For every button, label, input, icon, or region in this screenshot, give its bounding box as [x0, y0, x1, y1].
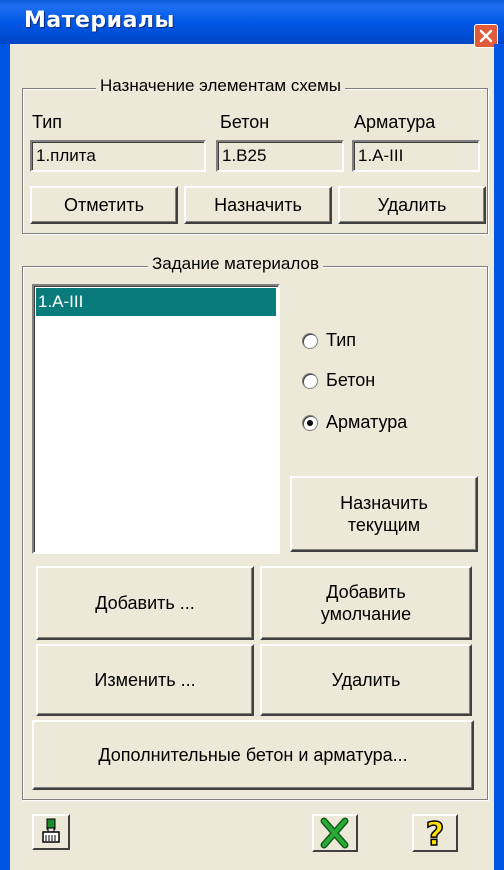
- list-item[interactable]: 1.A-III: [36, 288, 276, 316]
- rebar-field: 1.A-III: [352, 140, 480, 172]
- help-glyph: ?: [426, 816, 445, 850]
- concrete-field: 1.B25: [216, 140, 344, 172]
- extra-materials-button[interactable]: Дополнительные бетон и арматура...: [32, 720, 474, 790]
- window-title: Материалы: [24, 8, 175, 33]
- materials-list[interactable]: 1.A-III: [32, 284, 280, 554]
- rebar-label: Арматура: [354, 112, 436, 132]
- add-button[interactable]: Добавить ...: [36, 566, 254, 640]
- add-default-button[interactable]: Добавить умолчание: [260, 566, 472, 640]
- delete-assignment-button[interactable]: Удалить: [338, 186, 486, 224]
- set-current-line2: текущим: [347, 515, 421, 535]
- add-default-line2: умолчание: [320, 604, 412, 624]
- brush-button[interactable]: [32, 814, 70, 850]
- materials-group-legend: Задание материалов: [148, 254, 323, 274]
- radio-type[interactable]: Тип: [302, 330, 356, 351]
- concrete-label: Бетон: [220, 112, 270, 132]
- help-button[interactable]: ?: [412, 814, 458, 854]
- radio-type-label: Тип: [326, 330, 357, 350]
- window-frame-right: [494, 44, 504, 870]
- delete-material-button[interactable]: Удалить: [260, 644, 472, 716]
- brush-icon: [42, 818, 60, 843]
- edit-button[interactable]: Изменить ...: [36, 644, 254, 716]
- set-current-button[interactable]: Назначить текущим: [290, 476, 478, 552]
- cancel-button[interactable]: [312, 814, 358, 852]
- radio-type-circle[interactable]: [302, 332, 318, 349]
- radio-concrete-circle[interactable]: [302, 372, 318, 389]
- type-label: Тип: [32, 112, 63, 132]
- radio-rebar-circle[interactable]: [302, 414, 318, 431]
- mark-button[interactable]: Отметить: [30, 186, 178, 224]
- cancel-icon: [320, 817, 349, 849]
- window-frame-left: [0, 44, 10, 870]
- radio-concrete[interactable]: Бетон: [302, 370, 375, 391]
- radio-concrete-label: Бетон: [326, 370, 376, 390]
- type-field: 1.плита: [30, 140, 206, 172]
- title-bar[interactable]: Материалы: [0, 0, 504, 48]
- radio-rebar-label: Арматура: [326, 412, 408, 432]
- set-current-line1: Назначить: [340, 493, 428, 513]
- radio-rebar[interactable]: Арматура: [302, 412, 407, 433]
- assign-group-legend: Назначение элементам схемы: [96, 76, 346, 96]
- assign-button[interactable]: Назначить: [184, 186, 332, 224]
- help-icon: ?: [425, 814, 445, 854]
- close-icon: [479, 29, 493, 43]
- add-default-line1: Добавить: [326, 582, 406, 602]
